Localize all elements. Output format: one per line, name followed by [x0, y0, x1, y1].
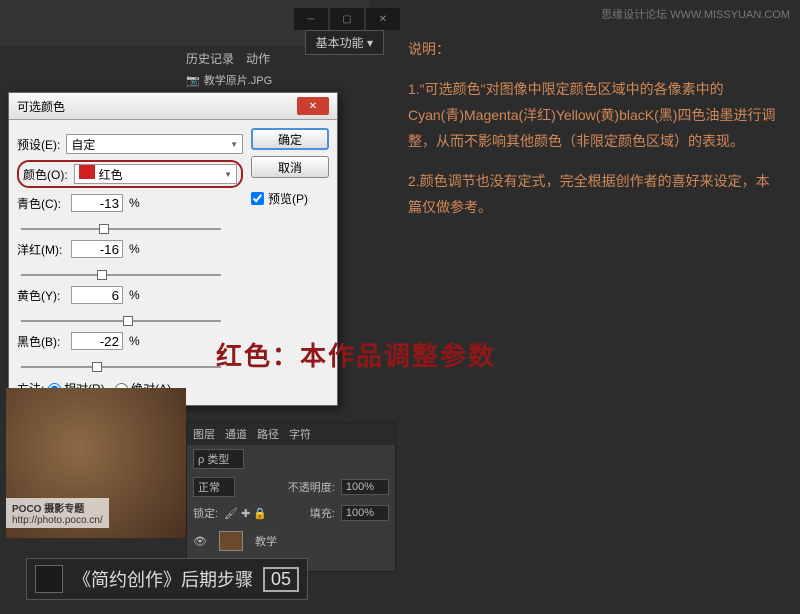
black-input[interactable]: [71, 332, 123, 350]
tab-channels[interactable]: 通道: [225, 426, 247, 442]
workspace-switcher[interactable]: 基本功能 ▾: [305, 30, 384, 55]
layer-filter[interactable]: ρ 类型: [193, 449, 244, 469]
site-watermark: 思缘设计论坛 WWW.MISSYUAN.COM: [601, 6, 790, 22]
close-app-button[interactable]: ✕: [366, 8, 400, 30]
tutorial-banner: 《简约创作》后期步骤 05: [26, 558, 308, 600]
opacity-input[interactable]: 100%: [341, 479, 389, 495]
colors-label: 颜色(O):: [23, 166, 68, 183]
yellow-input[interactable]: [71, 286, 123, 304]
explanation-text: 说明： 1."可选颜色"对图像中限定颜色区域中的各像素中的Cyan(青)Mage…: [408, 36, 780, 234]
black-slider[interactable]: [21, 362, 221, 372]
tab-history[interactable]: 历史记录: [186, 50, 234, 67]
magenta-slider[interactable]: [21, 270, 221, 280]
layers-panel: 图层 通道 路径 字符 ρ 类型 正常 不透明度: 100% 锁定:🖌 ✚ 🔒 …: [186, 422, 396, 572]
colors-select[interactable]: 红色: [74, 164, 237, 184]
tab-character[interactable]: 字符: [289, 426, 311, 442]
pen-icon: [35, 565, 63, 593]
blend-mode[interactable]: 正常: [193, 477, 235, 497]
ok-button[interactable]: 确定: [251, 128, 329, 150]
cyan-input[interactable]: [71, 194, 123, 212]
minimize-button[interactable]: ─: [294, 8, 328, 30]
preset-label: 预设(E):: [17, 136, 60, 153]
tab-actions[interactable]: 动作: [246, 50, 270, 67]
tab-paths[interactable]: 路径: [257, 426, 279, 442]
annotation-headline: 红色：本作品调整参数: [216, 336, 496, 373]
cancel-button[interactable]: 取消: [251, 156, 329, 178]
close-icon[interactable]: ✕: [297, 97, 329, 115]
magenta-input[interactable]: [71, 240, 123, 258]
red-swatch: [79, 165, 95, 179]
preset-select[interactable]: 自定: [66, 134, 243, 154]
yellow-slider[interactable]: [21, 316, 221, 326]
cyan-label: 青色(C):: [17, 195, 65, 212]
preview-checkbox[interactable]: 预览(P): [251, 190, 329, 207]
poco-watermark: POCO 摄影专题http://photo.poco.cn/: [6, 498, 109, 528]
tab-layers[interactable]: 图层: [193, 426, 215, 442]
yellow-label: 黄色(Y):: [17, 287, 65, 304]
magenta-label: 洋红(M):: [17, 241, 65, 258]
fill-input[interactable]: 100%: [341, 505, 389, 521]
maximize-button[interactable]: ▢: [330, 8, 364, 30]
dialog-title: 可选颜色: [17, 98, 65, 115]
layer-row[interactable]: 👁 教学: [187, 525, 395, 557]
history-entry[interactable]: 📷 教学原片.JPG: [186, 72, 272, 88]
black-label: 黑色(B):: [17, 333, 65, 350]
cyan-slider[interactable]: [21, 224, 221, 234]
